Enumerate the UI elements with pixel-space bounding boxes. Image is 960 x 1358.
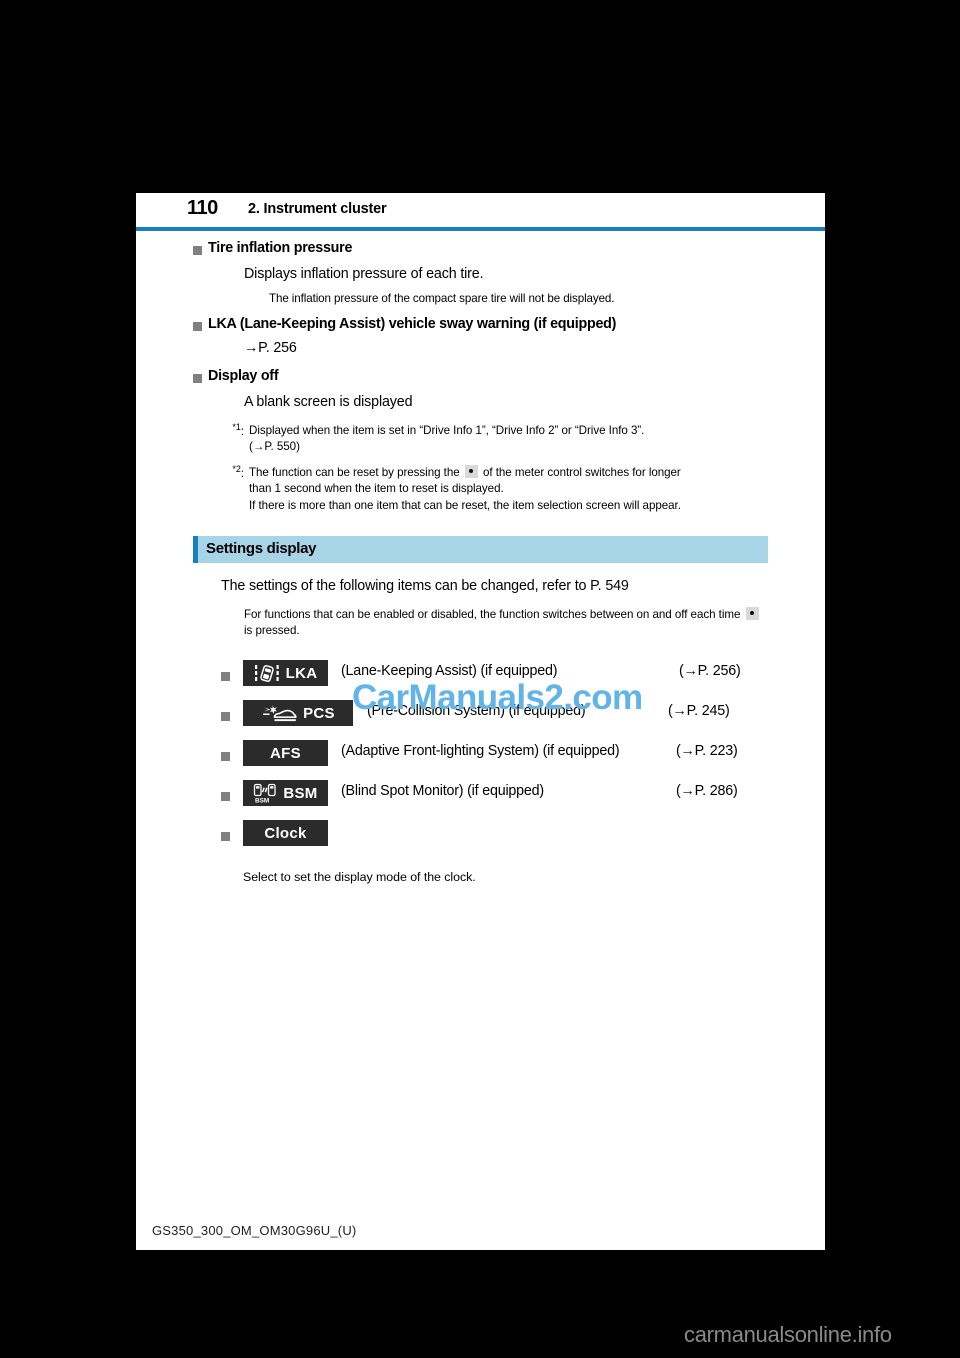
entry-lka-sway-warning: LKA (Lane-Keeping Assist) vehicle sway w… <box>136 316 825 333</box>
footnote-2-mark: *2: <box>232 463 244 480</box>
entry-heading: LKA (Lane-Keeping Assist) vehicle sway w… <box>208 316 617 333</box>
lka-description: (Lane-Keeping Assist) (if equipped) <box>341 663 558 680</box>
bsm-reference: (→P. 286) <box>676 783 738 800</box>
pcs-description: (Pre-Collision System) (if equipped) <box>367 703 586 720</box>
settings-item-clock: Clock <box>136 818 825 858</box>
page-number: 110 <box>187 197 218 219</box>
settings-items-list: LKA (Lane-Keeping Assist) (if equipped) … <box>136 658 825 884</box>
footnote-2-line3: If there is more than one item that can … <box>249 498 681 512</box>
entry-text: A blank screen is displayed <box>244 393 413 410</box>
footnote-1-line1: Displayed when the item is set in “Drive… <box>249 424 645 437</box>
clock-button[interactable]: Clock <box>243 820 328 847</box>
lka-lane-keeping-icon <box>254 664 280 683</box>
reset-button-glyph-icon <box>464 464 478 478</box>
footnotes: *1: Displayed when the item is set in “D… <box>136 422 825 514</box>
settings-note-after: is pressed. <box>244 624 300 638</box>
footnote-2-line2-row: than 1 second when the item to reset is … <box>136 481 825 497</box>
square-bullet-icon <box>193 322 202 332</box>
square-bullet-icon <box>221 792 230 802</box>
pcs-pre-collision-icon <box>261 704 297 723</box>
square-bullet-icon <box>221 752 230 762</box>
square-bullet-icon <box>193 373 202 383</box>
bsm-chip-label: BSM <box>283 784 318 802</box>
settings-note: For functions that can be enabled or dis… <box>136 606 825 641</box>
afs-reference: (→P. 223) <box>676 743 738 760</box>
square-bullet-icon <box>193 246 202 255</box>
settings-item-lka: LKA (Lane-Keeping Assist) (if equipped) … <box>136 658 825 698</box>
footnote-1-line2-row: (→P. 550) <box>136 439 825 455</box>
footnote-1-line2: (→P. 550) <box>249 440 300 454</box>
settings-note-before: For functions that can be enabled or dis… <box>244 607 741 621</box>
entry-display-off: Display off <box>136 368 825 385</box>
clock-chip-label: Clock <box>264 824 307 842</box>
settings-item-bsm: BSM BSM (Blind Spot Monitor) (if equippe… <box>136 778 825 818</box>
pcs-button[interactable]: PCS <box>243 700 353 727</box>
settings-item-afs: AFS (Adaptive Front-lighting System) (if… <box>136 738 825 778</box>
manual-page: 110 2. Instrument cluster Tire inflation… <box>136 193 825 1250</box>
footnote-2-line1-before: The function can be reset by pressing th… <box>249 465 460 479</box>
afs-chip-label: AFS <box>270 744 301 762</box>
footnote-1-mark: *1: <box>232 422 244 438</box>
entry-heading: Display off <box>208 367 279 384</box>
chapter-title: 2. Instrument cluster <box>248 201 387 217</box>
settings-item-pcs: PCS (Pre-Collision System) (if equipped)… <box>136 698 825 738</box>
entry-note: The inflation pressure of the compact sp… <box>269 292 615 306</box>
entry-text: Displays inflation pressure of each tire… <box>244 266 484 283</box>
pcs-chip-label: PCS <box>303 704 335 722</box>
entry-heading: Tire inflation pressure <box>208 240 353 256</box>
bsm-button[interactable]: BSM BSM <box>243 780 328 807</box>
bsm-blind-spot-icon: BSM <box>253 783 277 804</box>
square-bullet-icon <box>221 672 230 682</box>
running-head: 110 2. Instrument cluster <box>136 193 825 229</box>
section-accent-bar <box>193 536 198 564</box>
footer-document-code: GS350_300_OM_OM30G96U_(U) <box>152 1223 357 1238</box>
footnote-1: *1: Displayed when the item is set in “D… <box>136 422 825 439</box>
set-button-glyph-icon <box>745 606 759 620</box>
afs-description: (Adaptive Front-lighting System) (if equ… <box>341 743 620 760</box>
section-title: Settings display <box>206 540 317 558</box>
footnote-2-line2: than 1 second when the item to reset is … <box>249 482 504 496</box>
afs-button[interactable]: AFS <box>243 740 328 767</box>
square-bullet-icon <box>221 832 230 842</box>
footnote-2-line1-after: of the meter control switches for longer <box>482 465 681 479</box>
entry-tire-inflation-pressure: Tire inflation pressure <box>136 240 825 257</box>
settings-intro-text: The settings of the following items can … <box>221 578 629 595</box>
square-bullet-icon <box>221 712 230 722</box>
svg-text:BSM: BSM <box>255 797 269 803</box>
footnote-2: *2: The function can be reset by pressin… <box>136 463 825 481</box>
lka-reference: (→P. 256) <box>679 663 741 680</box>
bsm-description: (Blind Spot Monitor) (if equipped) <box>341 783 544 800</box>
entry-reference: →P. 256 <box>244 340 297 357</box>
pcs-reference: (→P. 245) <box>668 703 730 720</box>
lka-button[interactable]: LKA <box>243 660 328 687</box>
page-content: Tire inflation pressure Displays inflati… <box>136 231 825 884</box>
clock-note: Select to set the display mode of the cl… <box>243 870 476 885</box>
settings-display-section-bar: Settings display <box>193 536 768 564</box>
footnote-2-line3-row: If there is more than one item that can … <box>136 498 825 514</box>
lka-chip-label: LKA <box>285 664 318 682</box>
watermark-bottom: carmanualsonline.info <box>684 1322 892 1347</box>
